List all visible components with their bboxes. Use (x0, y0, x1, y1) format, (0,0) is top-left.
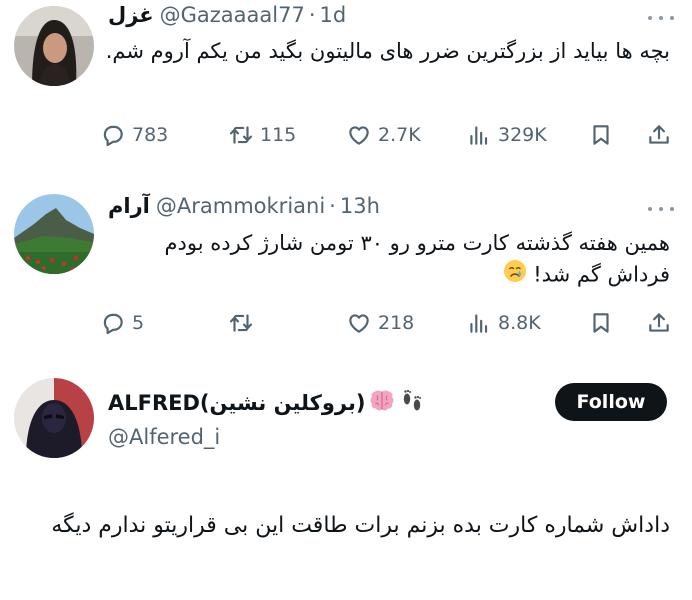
landscape-avatar-icon (14, 194, 94, 274)
tweet-2[interactable]: آرام @Arammokriani · 13h همین هفته گذشته… (0, 186, 692, 356)
views-button[interactable]: 329K (466, 120, 547, 150)
more-options-icon[interactable] (648, 204, 674, 214)
action-bar: 783 115 2.7K 329K (100, 120, 680, 150)
like-button[interactable]: 218 (346, 308, 414, 338)
brain-icon (369, 389, 395, 417)
share-icon (649, 125, 669, 144)
reply-count: 783 (132, 124, 169, 146)
tweet-text: همین هفته گذشته کارت مترو رو ۳۰ تومن شار… (100, 228, 670, 292)
retweet-icon (229, 314, 253, 332)
heart-icon (349, 314, 369, 333)
bookmark-icon (593, 125, 609, 145)
separator: · (329, 194, 336, 218)
main-tweet-handle-row: @Alfered_i (108, 422, 220, 452)
tweet-header: غزل @Gazaaaal77 · 1d (108, 0, 346, 30)
timestamp[interactable]: 13h (340, 194, 380, 218)
display-name[interactable]: آرام (108, 194, 150, 218)
tweet-header: آرام @Arammokriani · 13h (108, 191, 380, 221)
bookmark-button[interactable] (588, 308, 614, 338)
reply-icon (103, 125, 123, 147)
avatar[interactable] (14, 6, 94, 86)
bookmark-button[interactable] (588, 120, 614, 150)
action-bar: 5 218 8.8K (100, 308, 680, 338)
tweet-text-content: همین هفته گذشته کارت مترو رو ۳۰ تومن شار… (164, 231, 670, 287)
avatar[interactable] (14, 378, 94, 458)
views-icon (470, 314, 488, 333)
main-tweet-header: ALFRED(بروکلین نشین) (108, 388, 425, 418)
handle[interactable]: @Gazaaaal77 (160, 3, 305, 27)
heart-icon (349, 126, 369, 145)
more-options-icon[interactable] (648, 13, 674, 23)
avatar-photo-icon (14, 6, 94, 86)
avatar[interactable] (14, 194, 94, 274)
reply-icon (103, 313, 123, 335)
handle[interactable]: @Arammokriani (156, 194, 325, 218)
retweet-button[interactable] (228, 308, 260, 338)
main-tweet-text: داداش شماره کارت بده بزنم برات طاقت این … (51, 513, 670, 538)
reply-count: 5 (132, 312, 145, 334)
display-name[interactable]: غزل (108, 3, 154, 27)
share-button[interactable] (646, 308, 672, 338)
views-icon (470, 126, 488, 145)
tweet-1[interactable]: غزل @Gazaaaal77 · 1d بچه ها بیاید از بزر… (0, 0, 692, 180)
views-button[interactable]: 8.8K (466, 308, 541, 338)
retweet-button[interactable]: 115 (228, 120, 296, 150)
retweet-count: 115 (260, 124, 297, 146)
share-button[interactable] (646, 120, 672, 150)
share-icon (649, 313, 669, 332)
display-name[interactable]: ALFRED(بروکلین نشین) (108, 391, 365, 415)
bookmark-icon (593, 313, 609, 333)
like-count: 218 (378, 312, 415, 334)
like-count: 2.7K (378, 124, 421, 146)
like-button[interactable]: 2.7K (346, 120, 421, 150)
views-count: 8.8K (498, 312, 541, 334)
footprints-icon (399, 388, 425, 418)
timestamp[interactable]: 1d (320, 3, 347, 27)
reply-button[interactable]: 5 (100, 308, 144, 338)
separator: · (308, 3, 316, 27)
handle[interactable]: @Alfered_i (108, 425, 220, 449)
retweet-icon (229, 126, 253, 144)
reply-button[interactable]: 783 (100, 120, 168, 150)
tweet-text: بچه ها بیاید از بزرگترین ضرر های مالیتون… (105, 39, 670, 63)
crying-face-icon (503, 259, 527, 292)
masked-person-avatar-icon (14, 378, 94, 458)
views-count: 329K (498, 124, 547, 146)
follow-button[interactable]: Follow (555, 383, 667, 421)
